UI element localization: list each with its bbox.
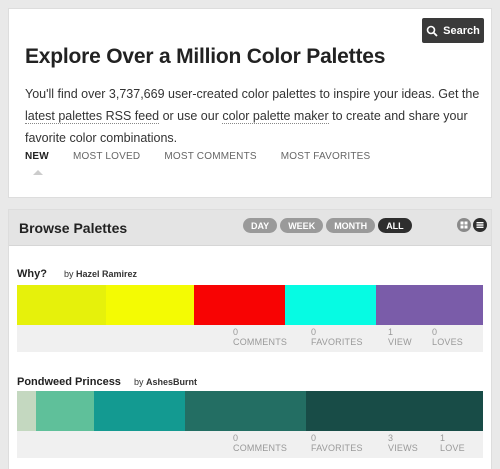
stat-favorites[interactable]: 0 FAVORITES <box>311 433 363 453</box>
browse-header: Browse Palettes DAY WEEK MONTH ALL <box>9 210 491 246</box>
page-title: Explore Over a Million Color Palettes <box>25 45 386 68</box>
grid-icon <box>460 221 468 229</box>
color-swatch[interactable] <box>35 391 94 431</box>
stat-loves[interactable]: 0 LOVES <box>432 327 463 347</box>
list-icon <box>476 222 484 228</box>
search-icon <box>426 25 438 37</box>
stat-loves-count: 0 <box>432 327 438 337</box>
color-swatch[interactable] <box>17 285 106 325</box>
color-swatch[interactable] <box>93 391 185 431</box>
stat-views-label: VIEWS <box>388 443 419 453</box>
color-swatch[interactable] <box>105 285 195 325</box>
tab-new[interactable]: NEW <box>25 151 49 162</box>
stat-views-count: 3 <box>388 433 394 443</box>
stat-comments[interactable]: 0 COMMENTS <box>233 327 287 347</box>
intro-panel: Search Explore Over a Million Color Pale… <box>8 8 492 198</box>
intro-text-part-2: or use our <box>159 109 223 123</box>
palette-author-line: by AshesBurnt <box>134 377 197 387</box>
palette-author-line: by Hazel Ramirez <box>64 269 137 279</box>
palette-stats: 0 COMMENTS 0 FAVORITES 1 VIEW 0 LOVES <box>17 325 483 352</box>
color-swatch[interactable] <box>284 285 376 325</box>
stat-loves[interactable]: 1 LOVE <box>440 433 465 453</box>
palette-maker-link[interactable]: color palette maker <box>222 109 329 124</box>
stat-favorites-label: FAVORITES <box>311 443 363 453</box>
color-swatch[interactable] <box>184 391 306 431</box>
active-tab-indicator <box>33 170 43 175</box>
stat-loves-count: 1 <box>440 433 446 443</box>
palette-swatches <box>17 285 483 325</box>
stat-views-label: VIEW <box>388 337 412 347</box>
stat-favorites-count: 0 <box>311 433 317 443</box>
stat-loves-label: LOVE <box>440 443 465 453</box>
intro-text-part-1: You'll find over 3,737,669 user-created … <box>25 87 480 101</box>
palette-title[interactable]: Pondweed Princess <box>17 376 121 388</box>
color-swatch[interactable] <box>194 285 285 325</box>
color-swatch[interactable] <box>305 391 483 431</box>
palette-title[interactable]: Why? <box>17 268 47 280</box>
intro-text: You'll find over 3,737,669 user-created … <box>25 83 483 149</box>
tab-most-comments[interactable]: MOST COMMENTS <box>164 151 256 162</box>
by-label: by <box>134 377 144 387</box>
color-swatch[interactable] <box>17 391 36 431</box>
filter-all[interactable]: ALL <box>378 218 412 233</box>
color-swatch[interactable] <box>375 285 483 325</box>
palette-author[interactable]: AshesBurnt <box>146 377 197 387</box>
search-button[interactable]: Search <box>422 18 484 43</box>
filter-month[interactable]: MONTH <box>326 218 376 233</box>
stat-views[interactable]: 1 VIEW <box>388 327 412 347</box>
search-button-label: Search <box>443 24 480 37</box>
tab-most-loved[interactable]: MOST LOVED <box>73 151 140 162</box>
by-label: by <box>64 269 74 279</box>
stat-favorites-label: FAVORITES <box>311 337 363 347</box>
stat-comments-label: COMMENTS <box>233 337 288 347</box>
palette-author[interactable]: Hazel Ramirez <box>76 269 137 279</box>
stat-views[interactable]: 3 VIEWS <box>388 433 418 453</box>
sort-tabs: NEW MOST LOVED MOST COMMENTS MOST FAVORI… <box>25 151 394 162</box>
time-filters: DAY WEEK MONTH ALL <box>243 218 412 233</box>
stat-comments-count: 0 <box>233 327 239 337</box>
stat-favorites[interactable]: 0 FAVORITES <box>311 327 363 347</box>
tab-most-favorites[interactable]: MOST FAVORITES <box>281 151 371 162</box>
view-toggle <box>457 218 487 232</box>
stat-favorites-count: 0 <box>311 327 317 337</box>
stat-loves-label: LOVES <box>432 337 464 347</box>
palette-swatches <box>17 391 483 431</box>
browse-title: Browse Palettes <box>19 220 128 236</box>
filter-day[interactable]: DAY <box>243 218 278 233</box>
list-view-button[interactable] <box>473 218 487 232</box>
palette-stats: 0 COMMENTS 0 FAVORITES 3 VIEWS 1 LOVE <box>17 431 483 458</box>
stat-comments-count: 0 <box>233 433 239 443</box>
stat-comments-label: COMMENTS <box>233 443 288 453</box>
rss-feed-link[interactable]: latest palettes RSS feed <box>25 109 160 124</box>
stat-views-count: 1 <box>388 327 394 337</box>
filter-week[interactable]: WEEK <box>280 218 324 233</box>
grid-view-button[interactable] <box>457 218 471 232</box>
stat-comments[interactable]: 0 COMMENTS <box>233 433 287 453</box>
